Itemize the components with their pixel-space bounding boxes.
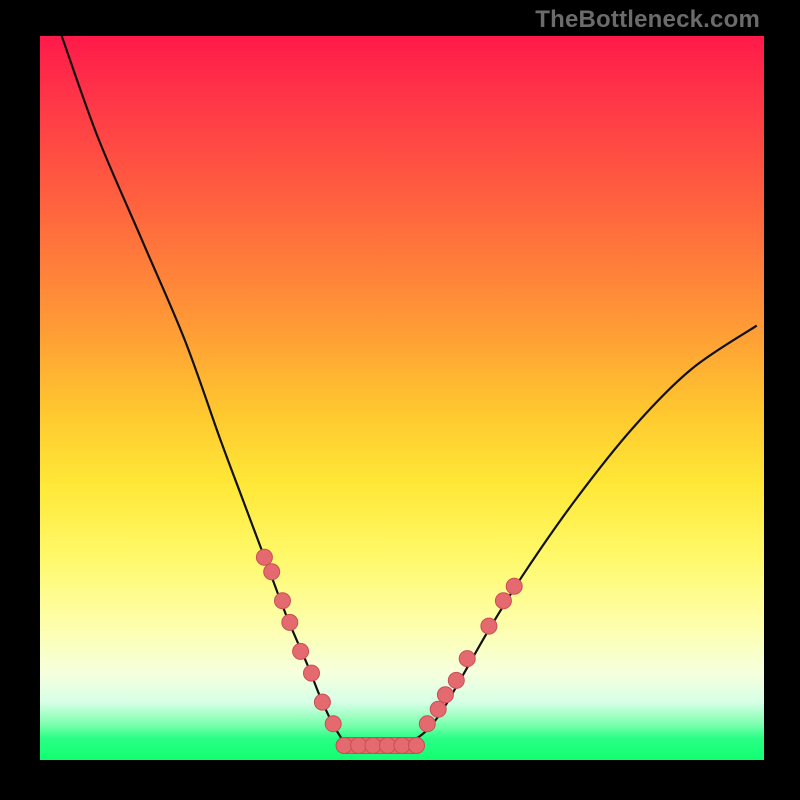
curve-markers-left (256, 549, 341, 732)
bottleneck-curve (62, 36, 757, 747)
curve-markers-right (419, 578, 522, 732)
chart-frame: TheBottleneck.com (0, 0, 800, 800)
curve-marker (351, 738, 367, 754)
curve-marker (409, 738, 425, 754)
curve-marker (437, 687, 453, 703)
curve-marker (282, 614, 298, 630)
curve-marker (419, 716, 435, 732)
curve-marker (314, 694, 330, 710)
curve-marker (325, 716, 341, 732)
curve-marker (264, 564, 280, 580)
curve-marker (336, 738, 352, 754)
watermark-text: TheBottleneck.com (535, 6, 760, 34)
curve-marker (481, 618, 497, 634)
plot-area (40, 36, 764, 760)
curve-marker (495, 593, 511, 609)
curve-marker (256, 549, 272, 565)
curve-marker (365, 738, 381, 754)
curve-marker (380, 738, 396, 754)
chart-svg (40, 36, 764, 760)
curve-marker (304, 665, 320, 681)
curve-marker (448, 672, 464, 688)
curve-marker (394, 738, 410, 754)
curve-marker (459, 651, 475, 667)
curve-marker (293, 643, 309, 659)
curve-marker (275, 593, 291, 609)
curve-markers-bottom (336, 738, 424, 754)
curve-marker (506, 578, 522, 594)
curve-marker (430, 701, 446, 717)
